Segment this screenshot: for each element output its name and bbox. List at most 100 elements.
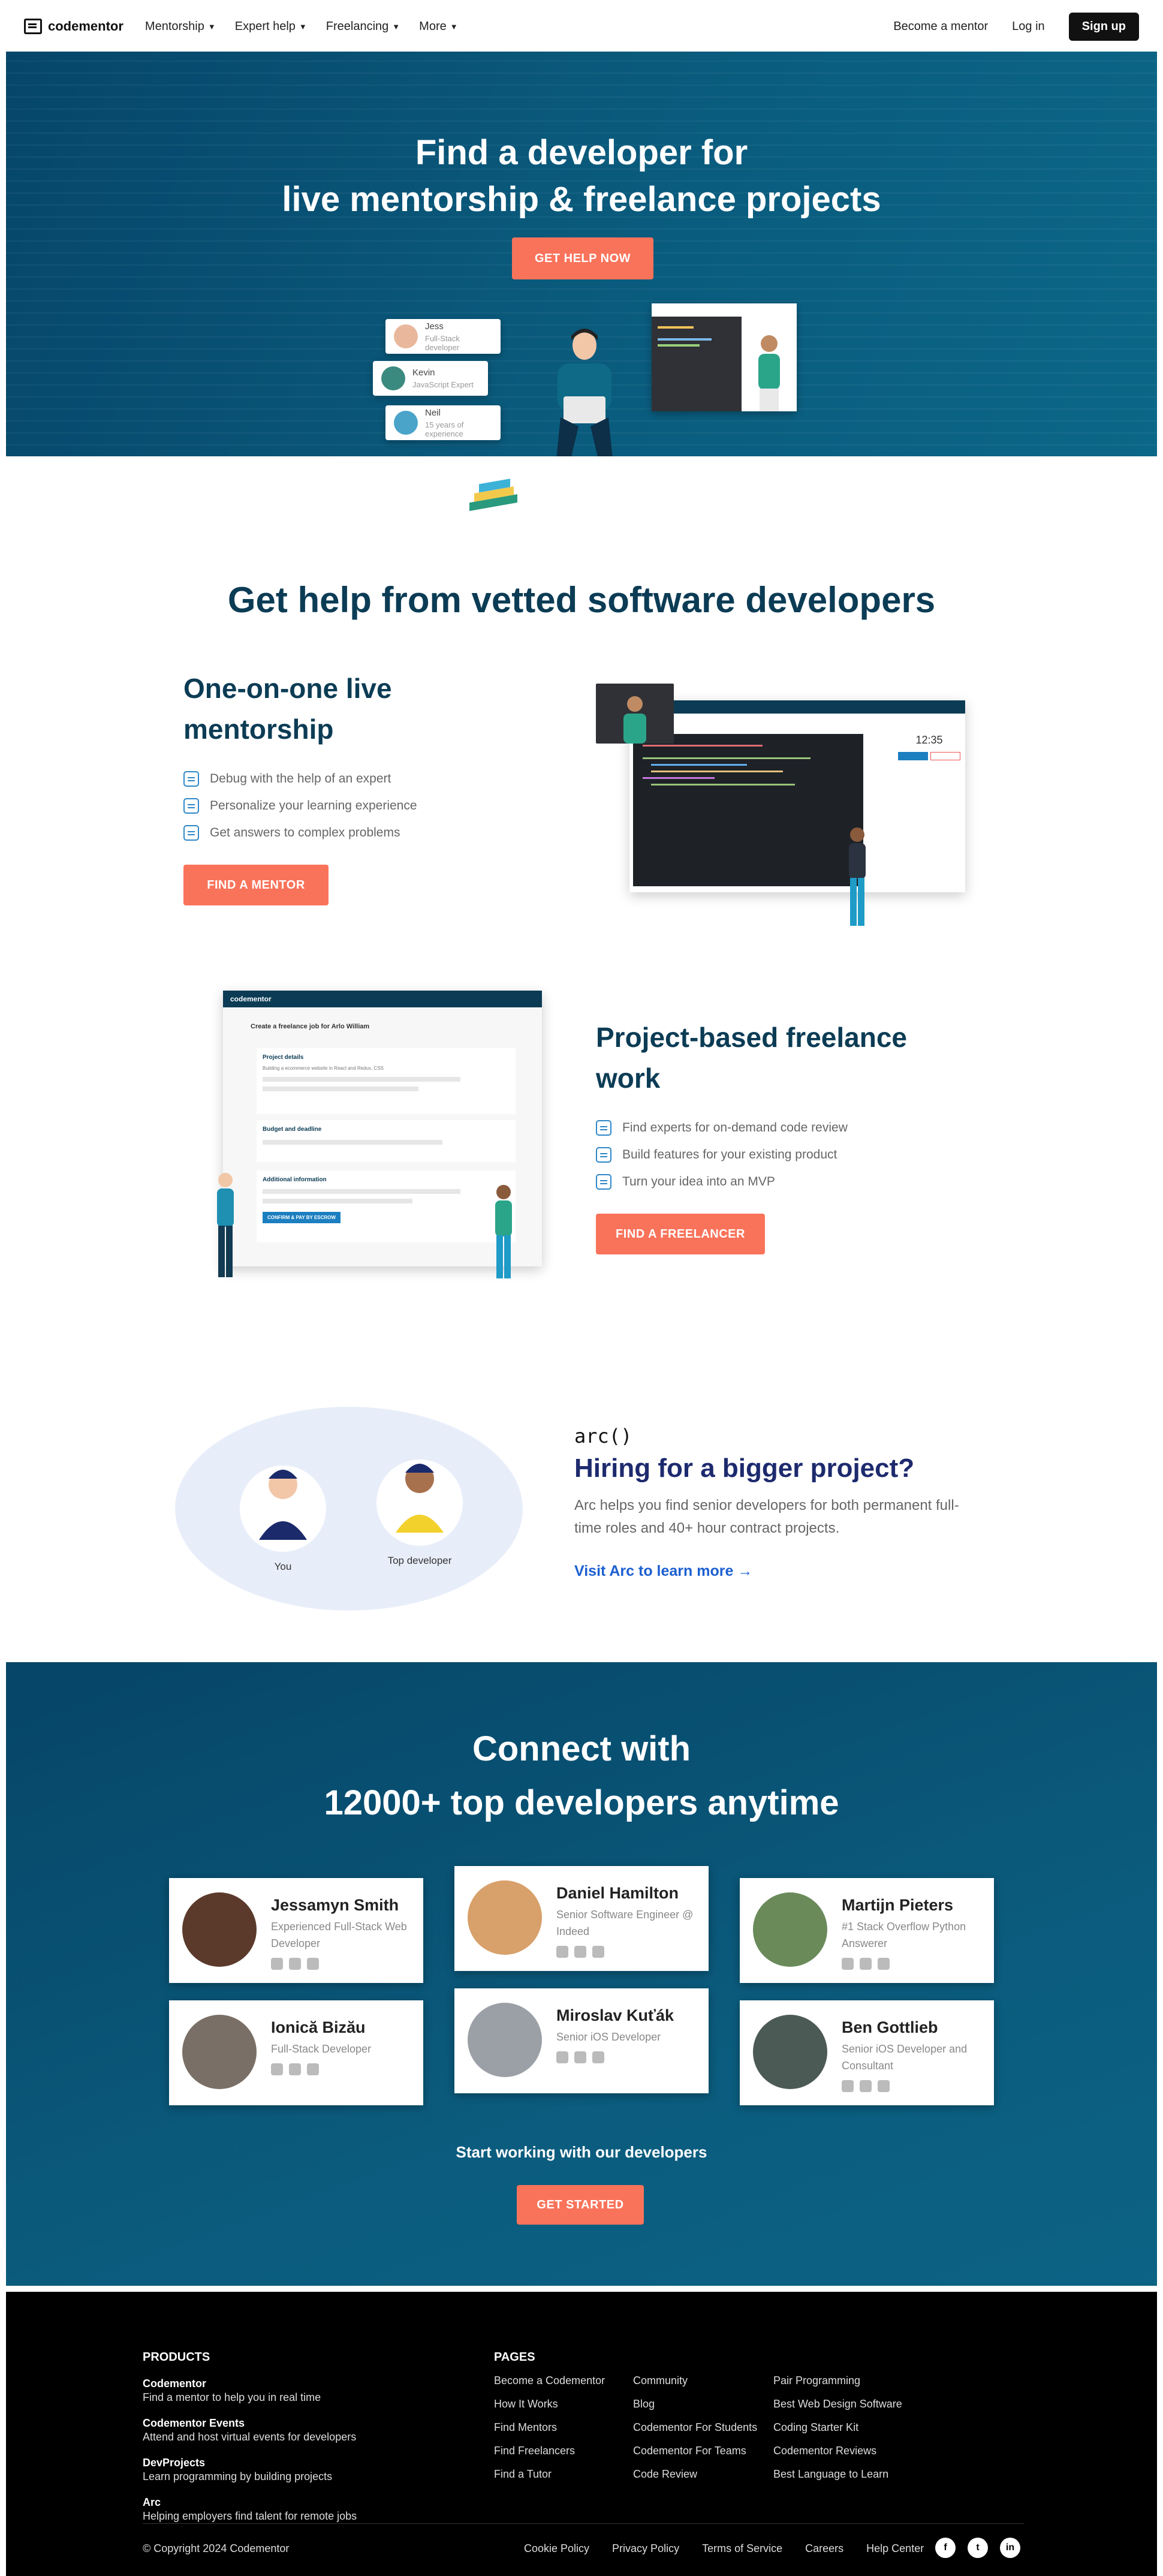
vetted-title: Get help from vetted software developers: [227, 580, 936, 620]
footer-link[interactable]: Blog: [633, 2398, 757, 2421]
developer-card[interactable]: Daniel Hamilton Senior Software Engineer …: [454, 1866, 709, 1971]
mock-job-title: Create a freelance job for Arlo William: [251, 1023, 370, 1030]
logo-icon: [24, 19, 42, 34]
client-figure: [217, 1173, 234, 1277]
get-help-now-button[interactable]: GET HELP NOW: [512, 237, 653, 279]
footer-link[interactable]: Community: [633, 2375, 757, 2398]
footer-link[interactable]: Best Language to Learn: [773, 2468, 902, 2491]
arc-description: Arc helps you find senior developers for…: [574, 1497, 959, 1536]
nav-more[interactable]: More ▼: [419, 20, 457, 34]
dev-card-name: Kevin: [412, 368, 435, 378]
dev-card-desc: 15 years of experience: [425, 420, 464, 438]
build-icon: [596, 1146, 611, 1163]
footer-link[interactable]: Pair Programming: [773, 2375, 902, 2398]
footer-link[interactable]: Codementor For Teams: [633, 2445, 757, 2468]
mock-header: codementor: [223, 991, 542, 1007]
footer-link[interactable]: Become a Codementor: [494, 2375, 605, 2398]
hero-dev-card: Neil 15 years of experience: [385, 405, 501, 440]
signup-button[interactable]: Sign up: [1068, 12, 1139, 41]
connect-title-line2: 12000+ top developers anytime: [324, 1783, 839, 1822]
mock-confirm-button: CONFIRM & PAY BY ESCROW: [263, 1212, 341, 1223]
caret-down-icon: ▼: [450, 22, 458, 31]
freelance-title: Project-based freelance work: [596, 1017, 907, 1099]
logo-text: codementor: [48, 19, 123, 34]
product-title: DevProjects: [143, 2457, 206, 2469]
mock-section-text: Building a ecommerce website in React an…: [263, 1066, 384, 1071]
find-mentor-button[interactable]: FIND A MENTOR: [183, 865, 329, 905]
developer-card[interactable]: Ionică Bizău Full-Stack Developer: [169, 2000, 423, 2105]
rocket-icon: [596, 1173, 611, 1190]
connect-section: Connect with 12000+ top developers anyti…: [6, 1662, 1157, 2286]
product-item[interactable]: Codementor Events Attend and host virtual…: [143, 2417, 357, 2443]
find-freelancer-button[interactable]: FIND A FREELANCER: [596, 1214, 765, 1254]
developer-card[interactable]: Ben Gottlieb Senior iOS Developer and Con…: [740, 2000, 994, 2105]
nav-mentorship[interactable]: Mentorship ▼: [145, 20, 216, 34]
feature-text: Turn your idea into an MVP: [622, 1174, 775, 1188]
linkedin-icon[interactable]: in: [1000, 2538, 1020, 2558]
footer-link[interactable]: Code Review: [633, 2468, 757, 2491]
developer-card[interactable]: Jessamyn Smith Experienced Full-Stack Web…: [169, 1878, 423, 1983]
footer-link[interactable]: Codementor Reviews: [773, 2445, 902, 2468]
become-mentor-link[interactable]: Become a mentor: [893, 20, 988, 34]
product-item[interactable]: Codementor Find a mentor to help you in r…: [143, 2378, 357, 2404]
developer-photo: [468, 1880, 542, 1955]
help-center-link[interactable]: Help Center: [866, 2542, 924, 2555]
freelancer-figure: [495, 1185, 512, 1278]
developer-card[interactable]: Miroslav Kuťák Senior iOS Developer: [454, 1988, 709, 2093]
footer-bottom-links: Cookie Policy Privacy Policy Terms of Se…: [524, 2542, 924, 2555]
developer-photo: [182, 1892, 257, 1967]
hero-title-line2: live mentorship & freelance projects: [282, 180, 881, 219]
session-timer: 12:35: [915, 734, 943, 746]
feature-text: Find experts for on-demand code review: [622, 1120, 848, 1134]
nav-right: Become a mentor Log in Sign up: [893, 12, 1139, 41]
cookie-policy-link[interactable]: Cookie Policy: [524, 2542, 589, 2555]
footer-link[interactable]: Find Freelancers: [494, 2445, 605, 2468]
footer-link[interactable]: Best Web Design Software: [773, 2398, 902, 2421]
twitter-icon[interactable]: t: [968, 2538, 988, 2558]
footer-link[interactable]: Find Mentors: [494, 2421, 605, 2445]
developer-name: Martijn Pieters: [842, 1896, 954, 1914]
product-title: Codementor: [143, 2378, 207, 2390]
product-title: Arc: [143, 2496, 161, 2508]
get-started-button[interactable]: GET STARTED: [517, 2185, 644, 2225]
mentorship-feature-list: Debug with the help of an expert Persona…: [183, 765, 417, 846]
developer-role: #1 Stack Overflow Python Answerer: [842, 1921, 966, 1949]
terms-link[interactable]: Terms of Service: [702, 2542, 782, 2555]
nav-label: Expert help: [234, 19, 296, 33]
facebook-icon[interactable]: f: [935, 2538, 956, 2558]
nav-expert-help[interactable]: Expert help ▼: [235, 20, 307, 34]
visit-arc-link[interactable]: Visit Arc to learn more →: [574, 1563, 752, 1580]
mock-header-bar: [629, 700, 965, 714]
nav-label: Mentorship: [144, 19, 204, 33]
careers-link[interactable]: Careers: [805, 2542, 843, 2555]
developer-role: Full-Stack Developer: [271, 2043, 372, 2055]
developer-photo: [753, 1892, 827, 1967]
document-icon: [183, 824, 199, 841]
mentor-video-thumbnail: [596, 684, 674, 744]
mentorship-title: One-on-one live mentorship: [183, 668, 392, 750]
pages-heading: PAGES: [494, 2351, 535, 2364]
social-links: f t in: [935, 2538, 1020, 2558]
footer-pages-col3: Pair Programming Best Web Design Softwar…: [773, 2375, 902, 2491]
developer-card[interactable]: Martijn Pieters #1 Stack Overflow Python …: [740, 1878, 994, 1983]
product-item[interactable]: DevProjects Learn programming by building…: [143, 2457, 357, 2483]
footer-link[interactable]: Coding Starter Kit: [773, 2421, 902, 2445]
mock-project-details: Project details Building a ecommerce web…: [257, 1048, 516, 1114]
hero-dev-card: Kevin JavaScript Expert: [373, 361, 488, 396]
feature-text: Get answers to complex problems: [210, 825, 400, 839]
codementor-logo[interactable]: codementor: [24, 19, 123, 34]
nav-label: More: [419, 19, 447, 33]
footer-link[interactable]: Codementor For Students: [633, 2421, 757, 2445]
product-desc: Helping employers find talent for remote…: [143, 2510, 357, 2522]
footer-link[interactable]: Find a Tutor: [494, 2468, 605, 2491]
tech-icons: [842, 2080, 981, 2092]
product-item[interactable]: Arc Helping employers find talent for rem…: [143, 2496, 357, 2523]
footer-link[interactable]: How It Works: [494, 2398, 605, 2421]
dev-card-desc: Full-Stack developer: [425, 333, 460, 352]
connect-title-line1: Connect with: [472, 1729, 691, 1768]
freelance-title-line1: Project-based freelance: [596, 1022, 908, 1053]
nav-freelancing[interactable]: Freelancing ▼: [326, 20, 400, 34]
privacy-policy-link[interactable]: Privacy Policy: [612, 2542, 679, 2555]
start-working-text: Start working with our developers: [456, 2143, 707, 2161]
login-link[interactable]: Log in: [1012, 20, 1045, 34]
